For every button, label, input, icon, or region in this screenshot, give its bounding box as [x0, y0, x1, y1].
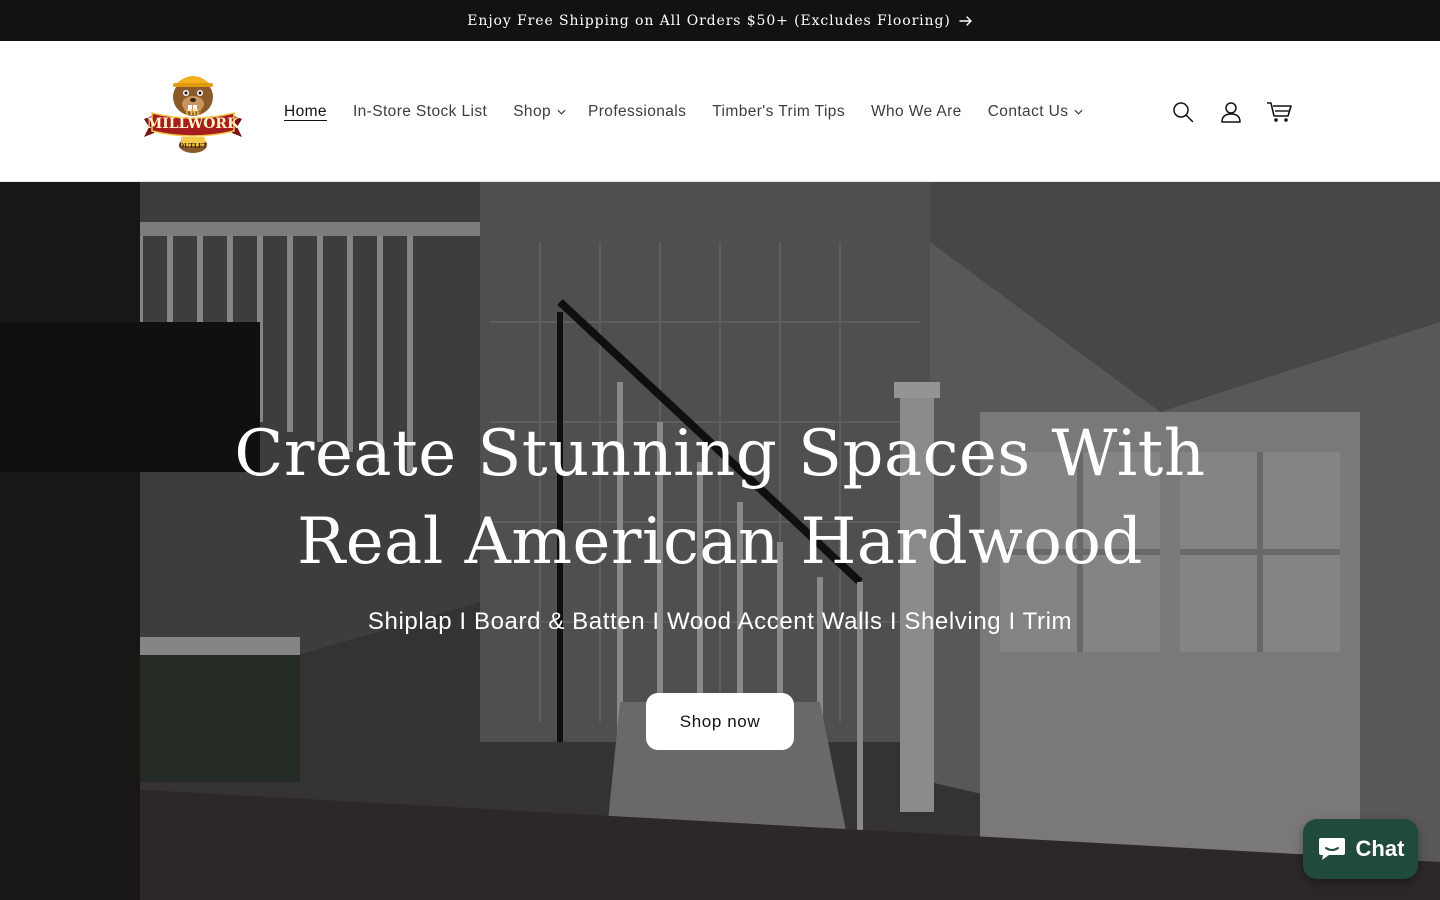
- hero-content: Create Stunning Spaces With Real America…: [0, 410, 1440, 750]
- account-button[interactable]: [1218, 99, 1244, 125]
- cart-button[interactable]: [1266, 99, 1292, 125]
- hero-subtitle: Shiplap I Board & Batten I Wood Accent W…: [367, 608, 1073, 635]
- nav-item-label: Professionals: [588, 102, 687, 120]
- search-icon: [1173, 101, 1194, 122]
- search-button[interactable]: [1170, 99, 1196, 125]
- nav-item-label: Timber's Trim Tips: [712, 102, 845, 120]
- logo[interactable]: THE MILLWORK OUTLET: [140, 67, 246, 155]
- nav-item-shop[interactable]: Shop: [513, 103, 566, 121]
- cart-icon: [1267, 101, 1292, 122]
- announcement-text: Enjoy Free Shipping on All Orders $50+ (…: [467, 12, 951, 29]
- nav-item-label: In-Store Stock List: [352, 102, 488, 120]
- nav-item-label: Who We Are: [870, 102, 962, 120]
- logo-text-outlet: OUTLET: [178, 143, 208, 150]
- chevron-down-icon: [1074, 109, 1083, 115]
- nav-item-timbers-trim-tips[interactable]: Timber's Trim Tips: [712, 103, 845, 121]
- chat-label: Chat: [1355, 836, 1405, 861]
- nav-item-contact-us[interactable]: Contact Us: [988, 103, 1084, 121]
- announcement-bar: Enjoy Free Shipping on All Orders $50+ (…: [0, 0, 1440, 41]
- logo-text-millwork: MILLWORK: [146, 116, 240, 132]
- nav-item-professionals[interactable]: Professionals: [588, 103, 686, 121]
- nav-item-home[interactable]: Home: [284, 103, 327, 121]
- nav-item-label: Home: [284, 102, 327, 120]
- nav-item-in-store-stock-list[interactable]: In-Store Stock List: [353, 103, 487, 121]
- hero-title: Create Stunning Spaces With Real America…: [234, 417, 1206, 579]
- arrow-right-icon: [959, 15, 972, 26]
- nav-item-label: Contact Us: [987, 102, 1069, 120]
- hero-banner: Create Stunning Spaces With Real America…: [0, 182, 1440, 900]
- nav-item-label: Shop: [513, 102, 551, 120]
- nav-item-who-we-are[interactable]: Who We Are: [871, 103, 962, 121]
- chevron-down-icon: [557, 109, 566, 115]
- main-nav: Home In-Store Stock List Shop Profession…: [284, 41, 1109, 182]
- logo-text: THE MILLWORK OUTLET: [140, 108, 246, 162]
- chat-button[interactable]: Chat: [1303, 819, 1418, 879]
- announcement-link[interactable]: Enjoy Free Shipping on All Orders $50+ (…: [467, 13, 972, 29]
- site-header: THE MILLWORK OUTLET Home In-Store Stock …: [0, 41, 1440, 182]
- shop-now-button[interactable]: Shop now: [646, 693, 794, 750]
- chat-bubble-icon: [1318, 838, 1345, 860]
- header-icons: [1170, 41, 1292, 182]
- account-icon: [1221, 101, 1241, 123]
